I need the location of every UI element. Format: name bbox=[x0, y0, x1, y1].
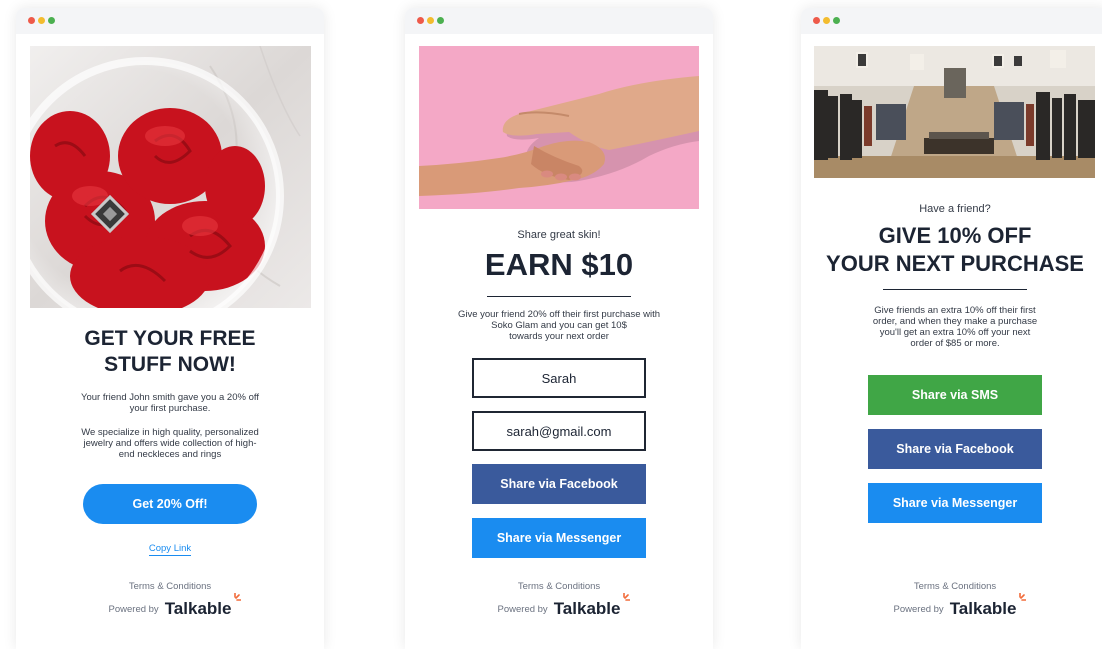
window-titlebar bbox=[405, 8, 713, 34]
description-line-3: end neckleces and rings bbox=[118, 449, 222, 460]
talkable-logo: Talkable bbox=[949, 593, 1027, 619]
email-input[interactable]: sarah@gmail.com bbox=[472, 411, 646, 451]
sparkle-icon bbox=[623, 593, 631, 601]
share-facebook-button[interactable]: Share via Facebook bbox=[868, 429, 1042, 469]
powered-by: Powered by Talkable bbox=[16, 593, 324, 619]
window-maximize-dot bbox=[48, 17, 55, 24]
talkable-logo: Talkable bbox=[553, 593, 631, 619]
powered-by-label: Powered by bbox=[108, 603, 159, 615]
share-facebook-button[interactable]: Share via Facebook bbox=[472, 464, 646, 504]
description-line-1: Give friends an extra 10% off their firs… bbox=[874, 305, 1036, 316]
description-line-3: towards your next order bbox=[509, 331, 609, 342]
window-close-dot bbox=[28, 17, 35, 24]
window-close-dot bbox=[813, 17, 820, 24]
handshake-photo bbox=[419, 46, 699, 209]
window-minimize-dot bbox=[823, 17, 830, 24]
divider bbox=[487, 296, 631, 297]
description-line-4: order of $85 or more. bbox=[910, 338, 1000, 349]
name-input[interactable]: Sarah bbox=[472, 358, 646, 398]
copy-link[interactable]: Copy Link bbox=[148, 543, 192, 556]
window-titlebar bbox=[801, 8, 1102, 34]
powered-by: Powered by Talkable bbox=[405, 593, 713, 619]
share-messenger-button[interactable]: Share via Messenger bbox=[472, 518, 646, 558]
window-maximize-dot bbox=[437, 17, 444, 24]
window-maximize-dot bbox=[833, 17, 840, 24]
description-line-2: Soko Glam and you can get 10$ bbox=[491, 320, 627, 331]
talkable-brand-text: Talkable bbox=[949, 599, 1017, 618]
talkable-logo: Talkable bbox=[164, 593, 242, 619]
referral-card-jewelry: GET YOUR FREE STUFF NOW! Your friend Joh… bbox=[16, 8, 324, 649]
headline-line-2: YOUR NEXT PURCHASE bbox=[826, 251, 1084, 276]
eyebrow-text: Share great skin! bbox=[517, 229, 601, 241]
terms-link[interactable]: Terms & Conditions bbox=[16, 581, 324, 592]
headline: EARN $10 bbox=[484, 247, 634, 282]
offer-text-line-2: your first purchase. bbox=[129, 403, 211, 414]
powered-by: Powered by Talkable bbox=[801, 593, 1102, 619]
headline-line-1: GET YOUR FREE bbox=[84, 327, 256, 350]
window-minimize-dot bbox=[427, 17, 434, 24]
description-line-2: order, and when they make a purchase bbox=[872, 316, 1038, 327]
description-line-1: Give your friend 20% off their first pur… bbox=[457, 309, 661, 320]
offer-text-line-1: Your friend John smith gave you a 20% of… bbox=[81, 392, 259, 403]
clothing-store-photo bbox=[814, 46, 1095, 178]
eyebrow-text: Have a friend? bbox=[919, 203, 991, 215]
terms-link[interactable]: Terms & Conditions bbox=[405, 581, 713, 592]
window-close-dot bbox=[417, 17, 424, 24]
talkable-brand-text: Talkable bbox=[164, 599, 232, 618]
referral-card-skincare: Share great skin! EARN $10 Give your fri… bbox=[405, 8, 713, 649]
description-line-2: jewelry and offers wide collection of hi… bbox=[83, 438, 257, 449]
headline-line-2: STUFF NOW! bbox=[104, 353, 236, 376]
terms-link[interactable]: Terms & Conditions bbox=[801, 581, 1102, 592]
referral-card-clothing: Have a friend? GIVE 10% OFF YOUR NEXT PU… bbox=[801, 8, 1102, 649]
share-messenger-button[interactable]: Share via Messenger bbox=[868, 483, 1042, 523]
window-titlebar bbox=[16, 8, 324, 34]
sparkle-icon bbox=[234, 593, 242, 601]
divider bbox=[883, 289, 1027, 290]
powered-by-label: Powered by bbox=[893, 603, 944, 615]
talkable-brand-text: Talkable bbox=[553, 599, 621, 618]
description-line-3: you'll get an extra 10% off your next bbox=[879, 327, 1031, 338]
sparkle-icon bbox=[1019, 593, 1027, 601]
window-minimize-dot bbox=[38, 17, 45, 24]
headline-line-1: GIVE 10% OFF bbox=[878, 223, 1032, 248]
roses-ring-photo bbox=[30, 46, 311, 308]
powered-by-label: Powered by bbox=[497, 603, 548, 615]
description-line-1: We specialize in high quality, personali… bbox=[81, 427, 259, 438]
get-discount-button[interactable]: Get 20% Off! bbox=[83, 484, 257, 524]
share-sms-button[interactable]: Share via SMS bbox=[868, 375, 1042, 415]
